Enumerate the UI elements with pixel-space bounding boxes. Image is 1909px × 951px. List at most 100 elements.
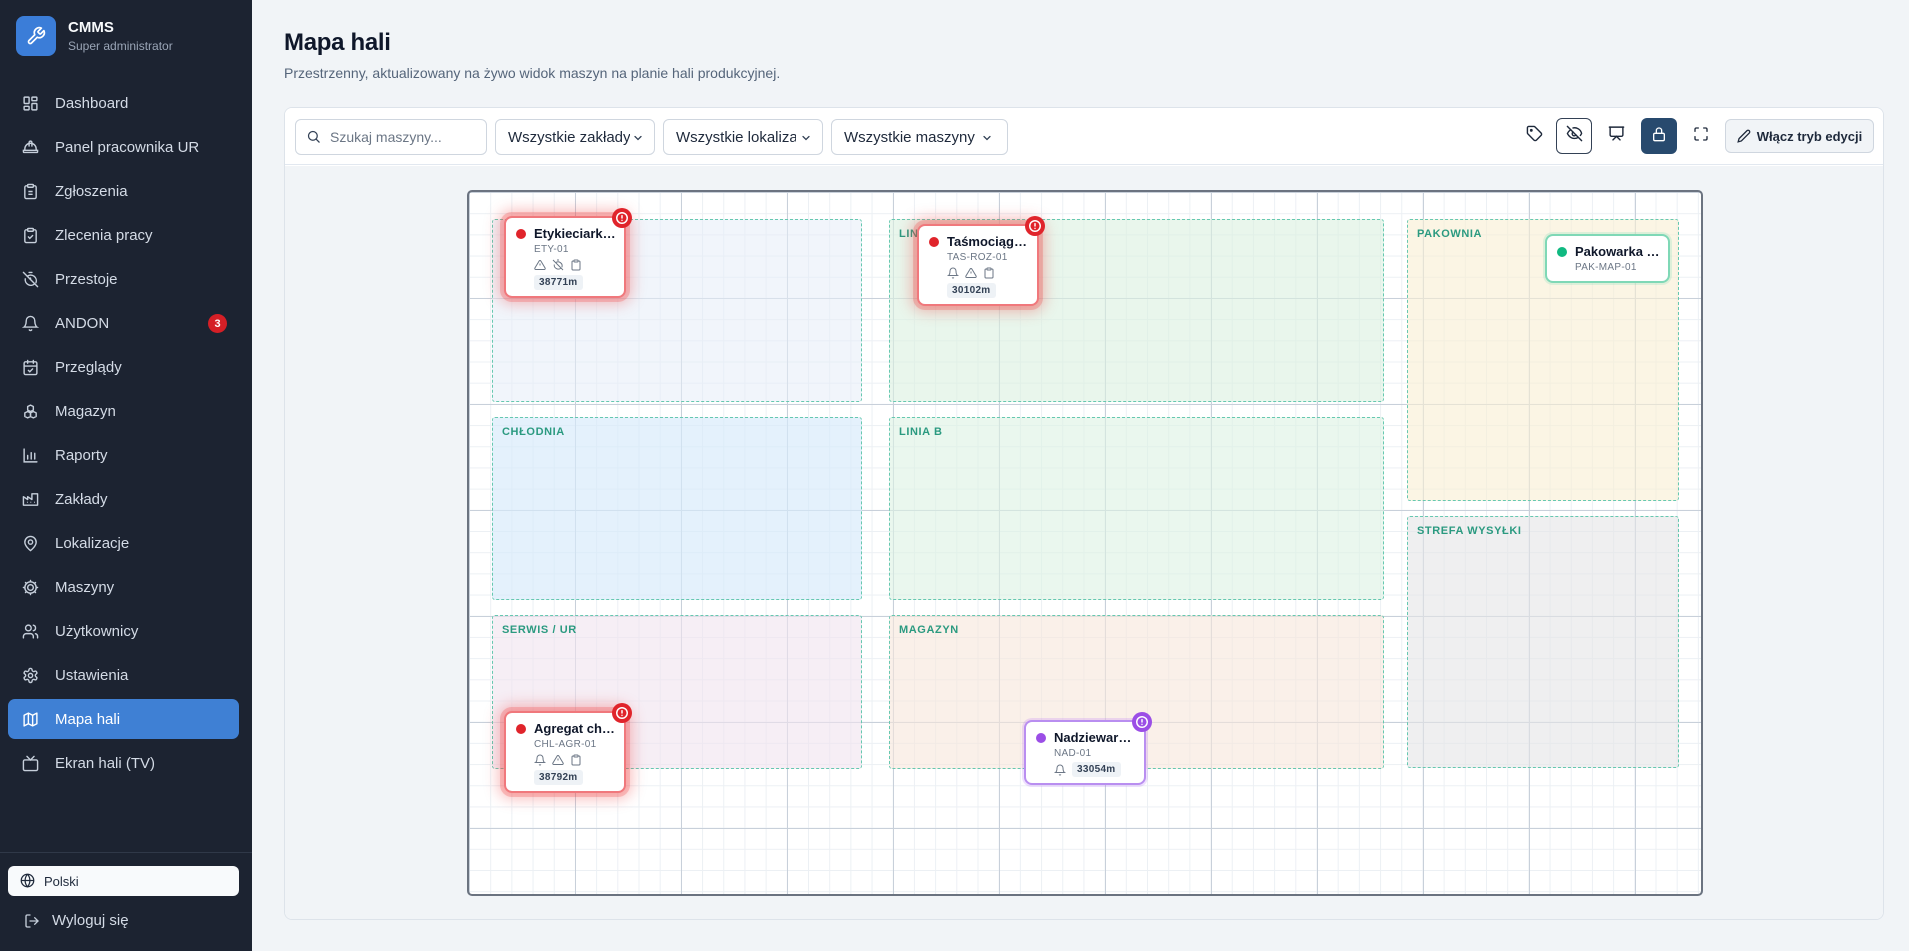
alert-circle-icon (612, 703, 632, 723)
downtime-minutes: 33054m (1072, 762, 1121, 777)
downtime-minutes: 38792m (534, 770, 583, 785)
timer-off-icon (21, 270, 39, 288)
sidebar-item-raporty[interactable]: Raporty (8, 435, 239, 475)
sidebar-item-ustawienia[interactable]: Ustawienia (8, 655, 239, 695)
visibility-toggle-button[interactable] (1556, 118, 1592, 154)
status-dot (516, 228, 526, 239)
zone-linia-b[interactable]: LINIA B (889, 417, 1384, 600)
clipboard-icon (570, 754, 582, 766)
tag-icon (1526, 125, 1543, 147)
zone-strefa-wysylki[interactable]: STREFA WYSYŁKI (1407, 516, 1679, 768)
floor-plan[interactable]: LINIA A PAKOWNIA CHŁODNIA LINIA B STREFA… (467, 190, 1703, 896)
sidebar-item-mapa-hali[interactable]: Mapa hali (8, 699, 239, 739)
sidebar-item-ekran-hali[interactable]: Ekran hali (TV) (8, 743, 239, 783)
map-icon (21, 710, 39, 728)
sidebar-item-label: Zlecenia pracy (55, 226, 153, 244)
floor-map-card: Wszystkie zakłady Wszystkie lokalizacje … (284, 107, 1884, 920)
sidebar-item-label: Zgłoszenia (55, 182, 128, 200)
sidebar-item-andon[interactable]: ANDON 3 (8, 303, 239, 343)
app-name: CMMS (68, 18, 114, 36)
language-selector[interactable]: Polski (8, 866, 239, 896)
clipboard-check-icon (21, 226, 39, 244)
clipboard-icon (983, 267, 995, 279)
zone-label: LINIA B (899, 426, 943, 438)
lock-icon (1651, 126, 1667, 147)
machine-card-ety-01[interactable]: Etykieciarka ETY-01 ETY-01 38771m (504, 208, 632, 298)
presentation-button[interactable] (1598, 118, 1634, 154)
wrench-icon (16, 16, 56, 56)
machine-name: Taśmociąg rozładunkowy (947, 234, 1029, 249)
brand[interactable]: CMMS Super administrator (16, 16, 173, 56)
zone-chlodnia[interactable]: CHŁODNIA (492, 417, 862, 600)
sidebar-item-panel-pracownika[interactable]: Panel pracownika UR (8, 127, 239, 167)
sidebar-item-label: Lokalizacje (55, 534, 130, 552)
triangle-alert-icon (534, 259, 546, 271)
machine-name: Nadziewarka NAD-01 (1054, 730, 1136, 745)
timer-off-icon (552, 259, 564, 271)
enable-edit-mode-button[interactable]: Włącz tryb edycji (1725, 119, 1874, 153)
zone-label: CHŁODNIA (502, 426, 565, 438)
sidebar-item-lokalizacje[interactable]: Lokalizacje (8, 523, 239, 563)
calendar-check-icon (21, 358, 39, 376)
zone-label: SERWIS / UR (502, 624, 577, 636)
fullscreen-button[interactable] (1683, 118, 1719, 154)
sidebar-item-uzytkownicy[interactable]: Użytkownicy (8, 611, 239, 651)
sidebar-item-label: ANDON (55, 314, 110, 332)
bar-chart-icon (21, 446, 39, 464)
machine-name: Pakowarka MAP (1575, 244, 1660, 259)
logout-label: Wyloguj się (52, 912, 129, 929)
sidebar-item-maszyny[interactable]: Maszyny (8, 567, 239, 607)
sidebar-divider (0, 852, 252, 853)
sidebar-item-label: Magazyn (55, 402, 116, 420)
machine-card-pak-map-01[interactable]: Pakowarka MAP PAK-MAP-01 (1545, 234, 1670, 283)
machine-card-tas-roz-01[interactable]: Taśmociąg rozładunkowy TAS-ROZ-01 30102m (917, 216, 1045, 306)
sidebar: CMMS Super administrator Dashboard Panel… (0, 0, 252, 951)
bell-icon (534, 754, 546, 766)
sidebar-item-label: Przestoje (55, 270, 118, 288)
clipboard-icon (570, 259, 582, 271)
machine-name: Agregat chłodniczy (534, 721, 616, 736)
machine-code: NAD-01 (1054, 748, 1092, 759)
pencil-icon (1737, 129, 1751, 143)
sidebar-item-label: Maszyny (55, 578, 115, 596)
page-subtitle: Przestrzenny, aktualizowany na żywo wido… (284, 65, 781, 81)
location-filter-select[interactable]: Wszystkie lokalizacje (663, 119, 823, 155)
sidebar-item-przeglady[interactable]: Przeglądy (8, 347, 239, 387)
sidebar-item-magazyn[interactable]: Magazyn (8, 391, 239, 431)
logout-button[interactable]: Wyloguj się (24, 912, 129, 929)
bell-icon (947, 267, 959, 279)
status-dot (1557, 246, 1567, 257)
machine-code: ETY-01 (534, 244, 569, 255)
plant-filter-select[interactable]: Wszystkie zakłady (495, 119, 655, 155)
machine-filter-select[interactable]: Wszystkie maszyny (831, 119, 1008, 155)
labels-toggle-button[interactable] (1516, 118, 1552, 154)
chevron-down-icon (800, 132, 812, 144)
status-dot (929, 236, 939, 247)
machine-filter-value: Wszystkie maszyny (844, 128, 975, 146)
search-input[interactable] (330, 129, 480, 145)
downtime-minutes: 38771m (534, 275, 583, 290)
sidebar-item-zgloszenia[interactable]: Zgłoszenia (8, 171, 239, 211)
search-box[interactable] (295, 119, 487, 155)
map-pin-icon (21, 534, 39, 552)
fullscreen-icon (1693, 126, 1709, 147)
sidebar-item-dashboard[interactable]: Dashboard (8, 83, 239, 123)
lock-layout-button[interactable] (1641, 118, 1677, 154)
machine-code: TAS-ROZ-01 (947, 252, 1008, 263)
machine-card-chl-agr-01[interactable]: Agregat chłodniczy CHL-AGR-01 38792m (504, 703, 632, 793)
triangle-alert-icon (552, 754, 564, 766)
plant-filter-value: Wszystkie zakłady (508, 128, 630, 146)
sidebar-item-zaklady[interactable]: Zakłady (8, 479, 239, 519)
downtime-minutes: 30102m (947, 283, 996, 298)
settings-icon (21, 666, 39, 684)
sidebar-item-zlecenia-pracy[interactable]: Zlecenia pracy (8, 215, 239, 255)
chevron-down-icon (632, 132, 644, 144)
machine-card-nad-01[interactable]: Nadziewarka NAD-01 NAD-01 33054m (1024, 712, 1152, 785)
cog-icon (21, 578, 39, 596)
sidebar-item-przestoje[interactable]: Przestoje (8, 259, 239, 299)
info-circle-icon (1132, 712, 1152, 732)
sidebar-item-label: Zakłady (55, 490, 108, 508)
dashboard-icon (21, 94, 39, 112)
sidebar-item-label: Panel pracownika UR (55, 138, 200, 156)
status-dot (516, 723, 526, 734)
